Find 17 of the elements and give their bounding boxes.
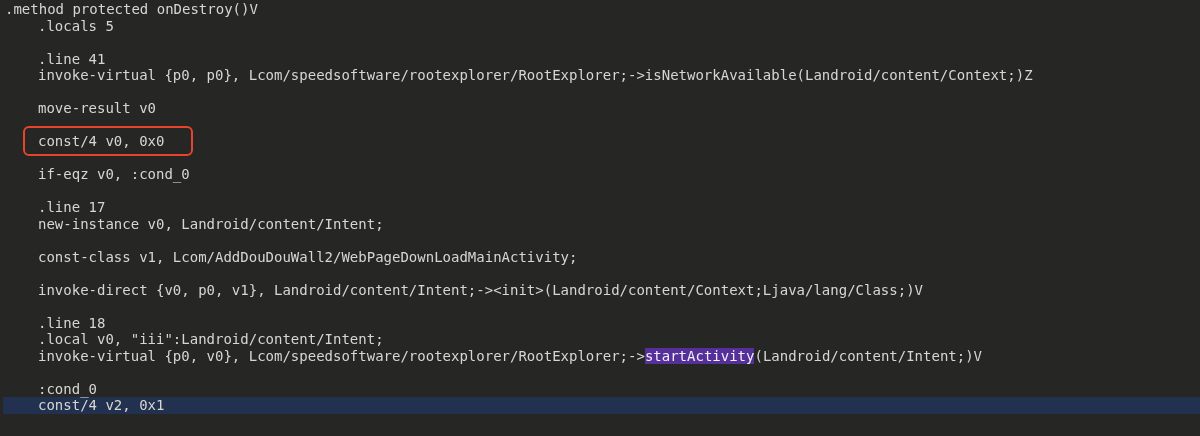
code-line: .line 41 [38,50,106,67]
code-line: .line 17 [38,199,106,216]
code-text: (Landroid/content/Intent;)V [754,347,983,364]
code-line: if-eqz v0, :cond_0 [38,166,190,183]
code-line: const/4 v2, 0x1 [38,397,165,414]
code-line: move-result v0 [38,100,156,117]
code-line: const/4 v0, 0x0 [38,133,165,150]
code-line: const-class v1, Lcom/AddDouDouWall2/WebPageDownLoadMainActivity; [38,248,578,265]
code-line: .locals 5 [38,17,114,34]
method-header: .method protected onDestroy()V [5,1,258,18]
code-line: .local v0, "iii":Landroid/content/Intent; [38,331,384,348]
code-text: invoke-virtual {p0, v0}, Lcom/speedsoftware/rootexplorer/RootExplorer;-> [38,347,645,364]
code-line: invoke-direct {v0, p0, v1}, Landroid/content/Intent;-><init>(Landroid/content/Context;Ljava/lang/Class;)V [38,281,923,298]
code-line: invoke-virtual {p0, p0}, Lcom/speedsoftware/rootexplorer/RootExplorer;->isNetworkAvailable(Landroid/content/Context;)Z [38,67,1033,84]
code-line: .line 18 [38,314,106,331]
code-line: new-instance v0, Landroid/content/Intent; [38,215,384,232]
code-line: :cond_0 [38,380,97,397]
